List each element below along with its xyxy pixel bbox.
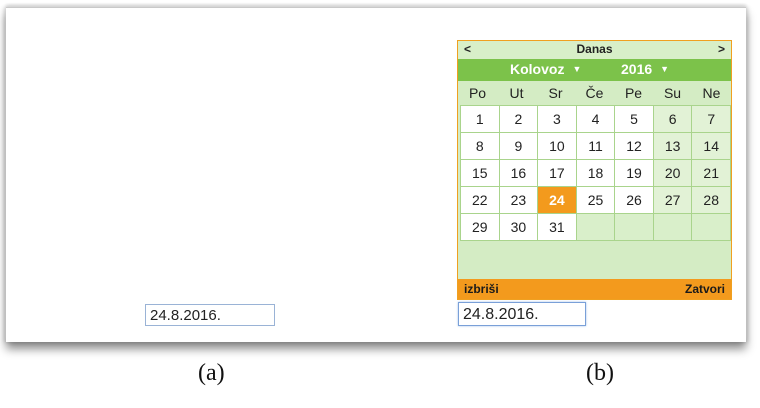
year-label: 2016 (621, 61, 653, 77)
close-button[interactable]: Zatvori (685, 282, 725, 296)
weekday-label: Sr (548, 85, 563, 101)
day-cell[interactable]: 13 (653, 133, 692, 159)
day-cell[interactable]: 26 (615, 187, 653, 213)
calendar-footer: izbriši Zatvori (458, 279, 731, 299)
weekday-label: Ut (509, 85, 524, 101)
today-button[interactable]: Danas (458, 42, 731, 56)
day-cell[interactable]: 22 (461, 187, 499, 213)
day-cell[interactable]: 25 (576, 187, 615, 213)
day-cell[interactable]: 28 (692, 187, 730, 213)
empty-day-cell (615, 214, 653, 240)
next-month-button[interactable]: > (718, 42, 725, 56)
calendar-nav-row: Danas < > (458, 41, 731, 59)
day-cell[interactable]: 23 (499, 187, 538, 213)
caption-a: (a) (198, 360, 225, 386)
empty-day-cell (692, 214, 730, 240)
month-dropdown[interactable]: Kolovoz ▼ (510, 61, 581, 77)
day-cell[interactable]: 18 (576, 160, 615, 186)
day-cell[interactable]: 29 (461, 214, 499, 240)
day-cell[interactable]: 17 (538, 160, 576, 186)
day-cell[interactable]: 3 (538, 106, 576, 132)
year-dropdown[interactable]: 2016 ▼ (621, 61, 669, 77)
day-cell[interactable]: 12 (615, 133, 653, 159)
prev-month-button[interactable]: < (464, 42, 471, 56)
calendar-header: Kolovoz ▼ 2016 ▼ (458, 59, 731, 81)
day-cell[interactable]: 5 (615, 106, 653, 132)
chevron-down-icon: ▼ (660, 64, 670, 74)
date-picker-popup: Danas < > Kolovoz ▼ 2016 ▼ Po Ut Sr Če Pe Su Ne … (457, 40, 732, 300)
day-cell[interactable]: 2 (499, 106, 538, 132)
day-cell[interactable]: 7 (692, 106, 730, 132)
weekday-header-row: Po Ut Sr Če Pe Su Ne (458, 81, 731, 105)
date-input-b[interactable]: 24.8.2016. (458, 302, 586, 326)
day-cell[interactable]: 1 (461, 106, 499, 132)
weekday-label: Po (468, 85, 487, 101)
caption-b: (b) (586, 360, 614, 386)
day-cell-selected[interactable]: 24 (538, 187, 576, 213)
chevron-down-icon: ▼ (572, 64, 582, 74)
calendar-day-grid: 1 2 3 4 5 6 7 8 9 10 11 12 13 14 15 16 17 18 19 20 21 22 23 24 2… (460, 105, 731, 241)
month-label: Kolovoz (510, 61, 565, 77)
day-cell[interactable]: 19 (615, 160, 653, 186)
weekday-label: Ne (702, 85, 721, 101)
day-cell[interactable]: 16 (499, 160, 538, 186)
weekday-label: Pe (624, 85, 643, 101)
day-cell[interactable]: 15 (461, 160, 499, 186)
day-cell[interactable]: 20 (653, 160, 692, 186)
day-cell[interactable]: 14 (692, 133, 730, 159)
day-cell[interactable]: 8 (461, 133, 499, 159)
empty-day-cell (576, 214, 615, 240)
date-input-a[interactable]: 24.8.2016. (145, 304, 275, 326)
day-cell[interactable]: 11 (576, 133, 615, 159)
day-cell[interactable]: 10 (538, 133, 576, 159)
weekday-label: Su (663, 85, 682, 101)
weekday-label: Če (585, 85, 604, 101)
day-cell[interactable]: 9 (499, 133, 538, 159)
day-cell[interactable]: 21 (692, 160, 730, 186)
day-cell[interactable]: 6 (653, 106, 692, 132)
day-cell[interactable]: 31 (538, 214, 576, 240)
clear-button[interactable]: izbriši (464, 282, 499, 296)
day-cell[interactable]: 4 (576, 106, 615, 132)
empty-day-cell (653, 214, 692, 240)
day-cell[interactable]: 27 (653, 187, 692, 213)
day-cell[interactable]: 30 (499, 214, 538, 240)
